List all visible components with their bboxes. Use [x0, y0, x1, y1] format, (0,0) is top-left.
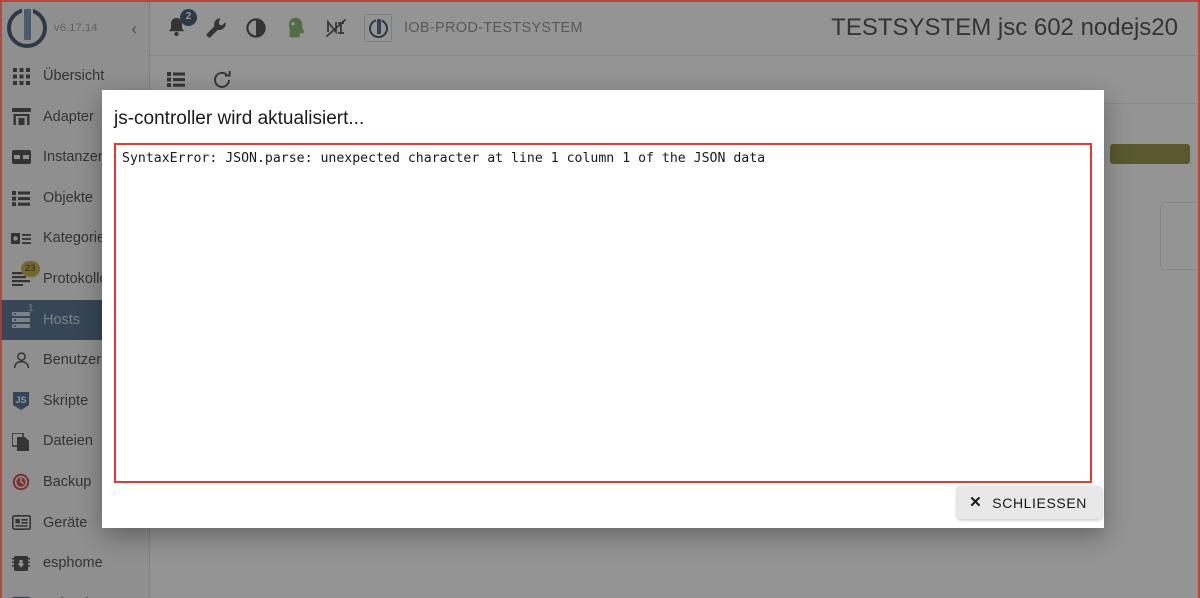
recording-border-left — [0, 0, 2, 598]
dialog-title: js-controller wird aktualisiert... — [114, 108, 365, 129]
close-button-label: SCHLIESSEN — [992, 494, 1087, 511]
update-dialog: js-controller wird aktualisiert... Synta… — [102, 90, 1104, 528]
dialog-body: SyntaxError: JSON.parse: unexpected char… — [102, 143, 1104, 483]
close-x-icon: ✕ — [969, 494, 983, 511]
close-button[interactable]: ✕ SCHLIESSEN — [957, 486, 1102, 519]
recording-border-top — [0, 0, 1200, 2]
app-window: v6.17.14 ‹ Übersicht — [0, 0, 1200, 598]
update-log-textarea[interactable]: SyntaxError: JSON.parse: unexpected char… — [114, 143, 1092, 483]
dialog-actions: ✕ SCHLIESSEN — [102, 483, 1104, 528]
